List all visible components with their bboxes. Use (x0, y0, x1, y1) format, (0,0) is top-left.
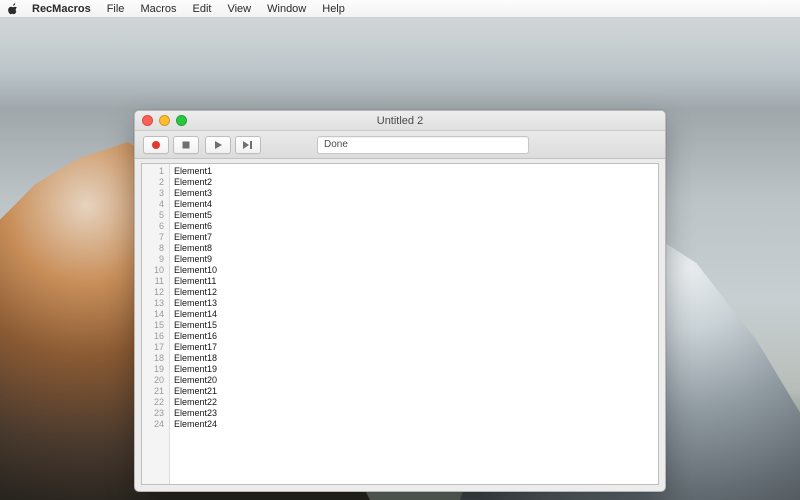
editor[interactable]: 123456789101112131415161718192021222324 … (141, 163, 659, 485)
editor-line[interactable]: Element9 (174, 254, 658, 265)
step-icon (242, 140, 254, 150)
toolbar-transport-group (143, 136, 199, 154)
editor-line[interactable]: Element21 (174, 386, 658, 397)
line-number: 4 (142, 199, 169, 210)
menubar-item-file[interactable]: File (99, 0, 133, 18)
line-number: 18 (142, 353, 169, 364)
toolbar: Done (135, 131, 665, 159)
editor-line[interactable]: Element14 (174, 309, 658, 320)
window-close-button[interactable] (142, 115, 153, 126)
line-number: 22 (142, 397, 169, 408)
menubar-item-window[interactable]: Window (259, 0, 314, 18)
editor-line[interactable]: Element17 (174, 342, 658, 353)
app-window: Untitled 2 Done (134, 110, 666, 492)
play-icon (213, 140, 223, 150)
editor-line[interactable]: Element24 (174, 419, 658, 430)
line-number: 11 (142, 276, 169, 287)
line-number: 23 (142, 408, 169, 419)
menubar-item-view[interactable]: View (219, 0, 259, 18)
editor-line[interactable]: Element11 (174, 276, 658, 287)
editor-line[interactable]: Element15 (174, 320, 658, 331)
apple-icon (8, 3, 18, 15)
line-number: 9 (142, 254, 169, 265)
editor-line[interactable]: Element22 (174, 397, 658, 408)
desktop: RecMacros File Macros Edit View Window H… (0, 0, 800, 500)
line-number: 8 (142, 243, 169, 254)
line-number-gutter: 123456789101112131415161718192021222324 (142, 164, 170, 484)
window-minimize-button[interactable] (159, 115, 170, 126)
editor-line[interactable]: Element6 (174, 221, 658, 232)
line-number: 16 (142, 331, 169, 342)
apple-menu[interactable] (6, 3, 20, 15)
editor-line[interactable]: Element20 (174, 375, 658, 386)
editor-line[interactable]: Element18 (174, 353, 658, 364)
editor-line[interactable]: Element8 (174, 243, 658, 254)
editor-line[interactable]: Element10 (174, 265, 658, 276)
traffic-lights (142, 115, 187, 126)
menubar-item-help[interactable]: Help (314, 0, 353, 18)
line-number: 19 (142, 364, 169, 375)
menubar: RecMacros File Macros Edit View Window H… (0, 0, 800, 18)
line-number: 24 (142, 419, 169, 430)
window-title: Untitled 2 (135, 115, 665, 127)
stop-button[interactable] (173, 136, 199, 154)
stop-icon (181, 140, 191, 150)
window-zoom-button[interactable] (176, 115, 187, 126)
editor-line[interactable]: Element5 (174, 210, 658, 221)
editor-line[interactable]: Element3 (174, 188, 658, 199)
line-number: 6 (142, 221, 169, 232)
line-number: 5 (142, 210, 169, 221)
status-field: Done (317, 136, 529, 154)
toolbar-play-group (205, 136, 261, 154)
editor-line[interactable]: Element23 (174, 408, 658, 419)
editor-line[interactable]: Element1 (174, 166, 658, 177)
menubar-item-edit[interactable]: Edit (185, 0, 220, 18)
editor-line[interactable]: Element16 (174, 331, 658, 342)
editor-lines[interactable]: Element1Element2Element3Element4Element5… (170, 164, 658, 484)
line-number: 20 (142, 375, 169, 386)
line-number: 13 (142, 298, 169, 309)
play-button[interactable] (205, 136, 231, 154)
window-content: 123456789101112131415161718192021222324 … (135, 159, 665, 491)
line-number: 12 (142, 287, 169, 298)
editor-line[interactable]: Element12 (174, 287, 658, 298)
line-number: 21 (142, 386, 169, 397)
record-button[interactable] (143, 136, 169, 154)
window-titlebar[interactable]: Untitled 2 (135, 111, 665, 131)
editor-line[interactable]: Element19 (174, 364, 658, 375)
step-button[interactable] (235, 136, 261, 154)
line-number: 7 (142, 232, 169, 243)
line-number: 2 (142, 177, 169, 188)
editor-line[interactable]: Element13 (174, 298, 658, 309)
record-icon (151, 140, 161, 150)
editor-line[interactable]: Element2 (174, 177, 658, 188)
line-number: 14 (142, 309, 169, 320)
menubar-item-macros[interactable]: Macros (132, 0, 184, 18)
line-number: 10 (142, 265, 169, 276)
line-number: 17 (142, 342, 169, 353)
line-number: 1 (142, 166, 169, 177)
editor-line[interactable]: Element7 (174, 232, 658, 243)
line-number: 15 (142, 320, 169, 331)
editor-line[interactable]: Element4 (174, 199, 658, 210)
line-number: 3 (142, 188, 169, 199)
menubar-app-name[interactable]: RecMacros (24, 0, 99, 18)
